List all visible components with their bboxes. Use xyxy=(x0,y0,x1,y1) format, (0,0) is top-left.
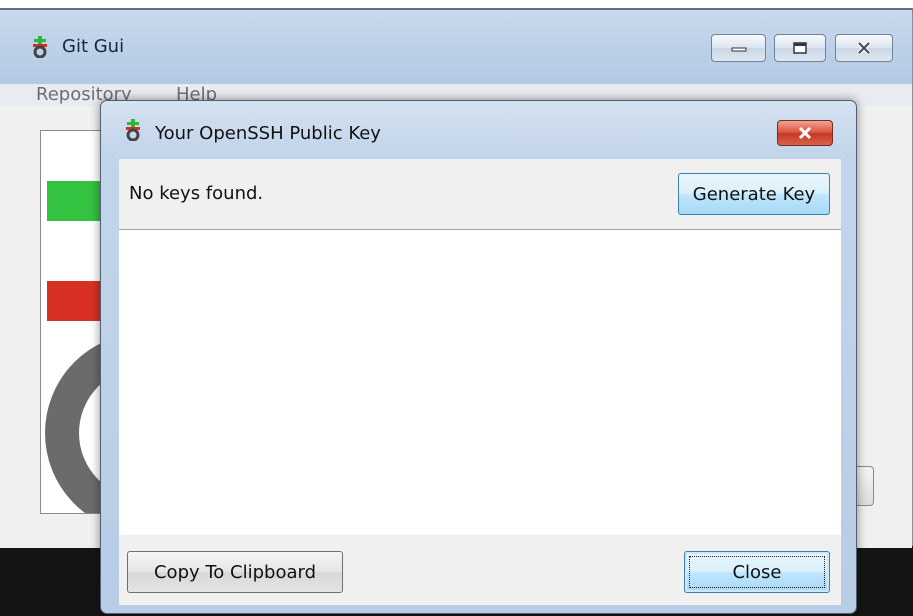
git-gui-app-icon xyxy=(33,36,47,58)
openssh-key-dialog: Your OpenSSH Public Key No keys found. G… xyxy=(100,100,857,614)
screen: Git Gui Repository Help Your OpenSSH Pub… xyxy=(0,0,913,616)
main-close-button[interactable] xyxy=(835,34,893,62)
close-icon xyxy=(857,41,871,55)
dialog-title: Your OpenSSH Public Key xyxy=(155,123,381,144)
close-button[interactable]: Close xyxy=(684,551,830,593)
git-gui-app-icon xyxy=(126,119,140,141)
maximize-icon xyxy=(793,42,807,54)
maximize-button[interactable] xyxy=(774,34,826,62)
main-titlebar[interactable]: Git Gui xyxy=(0,10,912,84)
dialog-close-button[interactable] xyxy=(777,120,833,146)
close-button-label: Close xyxy=(732,561,782,583)
dialog-client-area: No keys found. Generate Key Copy To Clip… xyxy=(119,159,841,605)
minimize-button[interactable] xyxy=(711,34,766,62)
main-window-title: Git Gui xyxy=(62,36,125,57)
close-icon xyxy=(798,126,812,140)
public-key-text-area[interactable] xyxy=(119,229,841,535)
generate-key-button[interactable]: Generate Key xyxy=(678,173,830,215)
minimize-icon xyxy=(731,47,746,52)
copy-to-clipboard-button[interactable]: Copy To Clipboard xyxy=(127,551,343,593)
key-status-text: No keys found. xyxy=(129,183,264,204)
